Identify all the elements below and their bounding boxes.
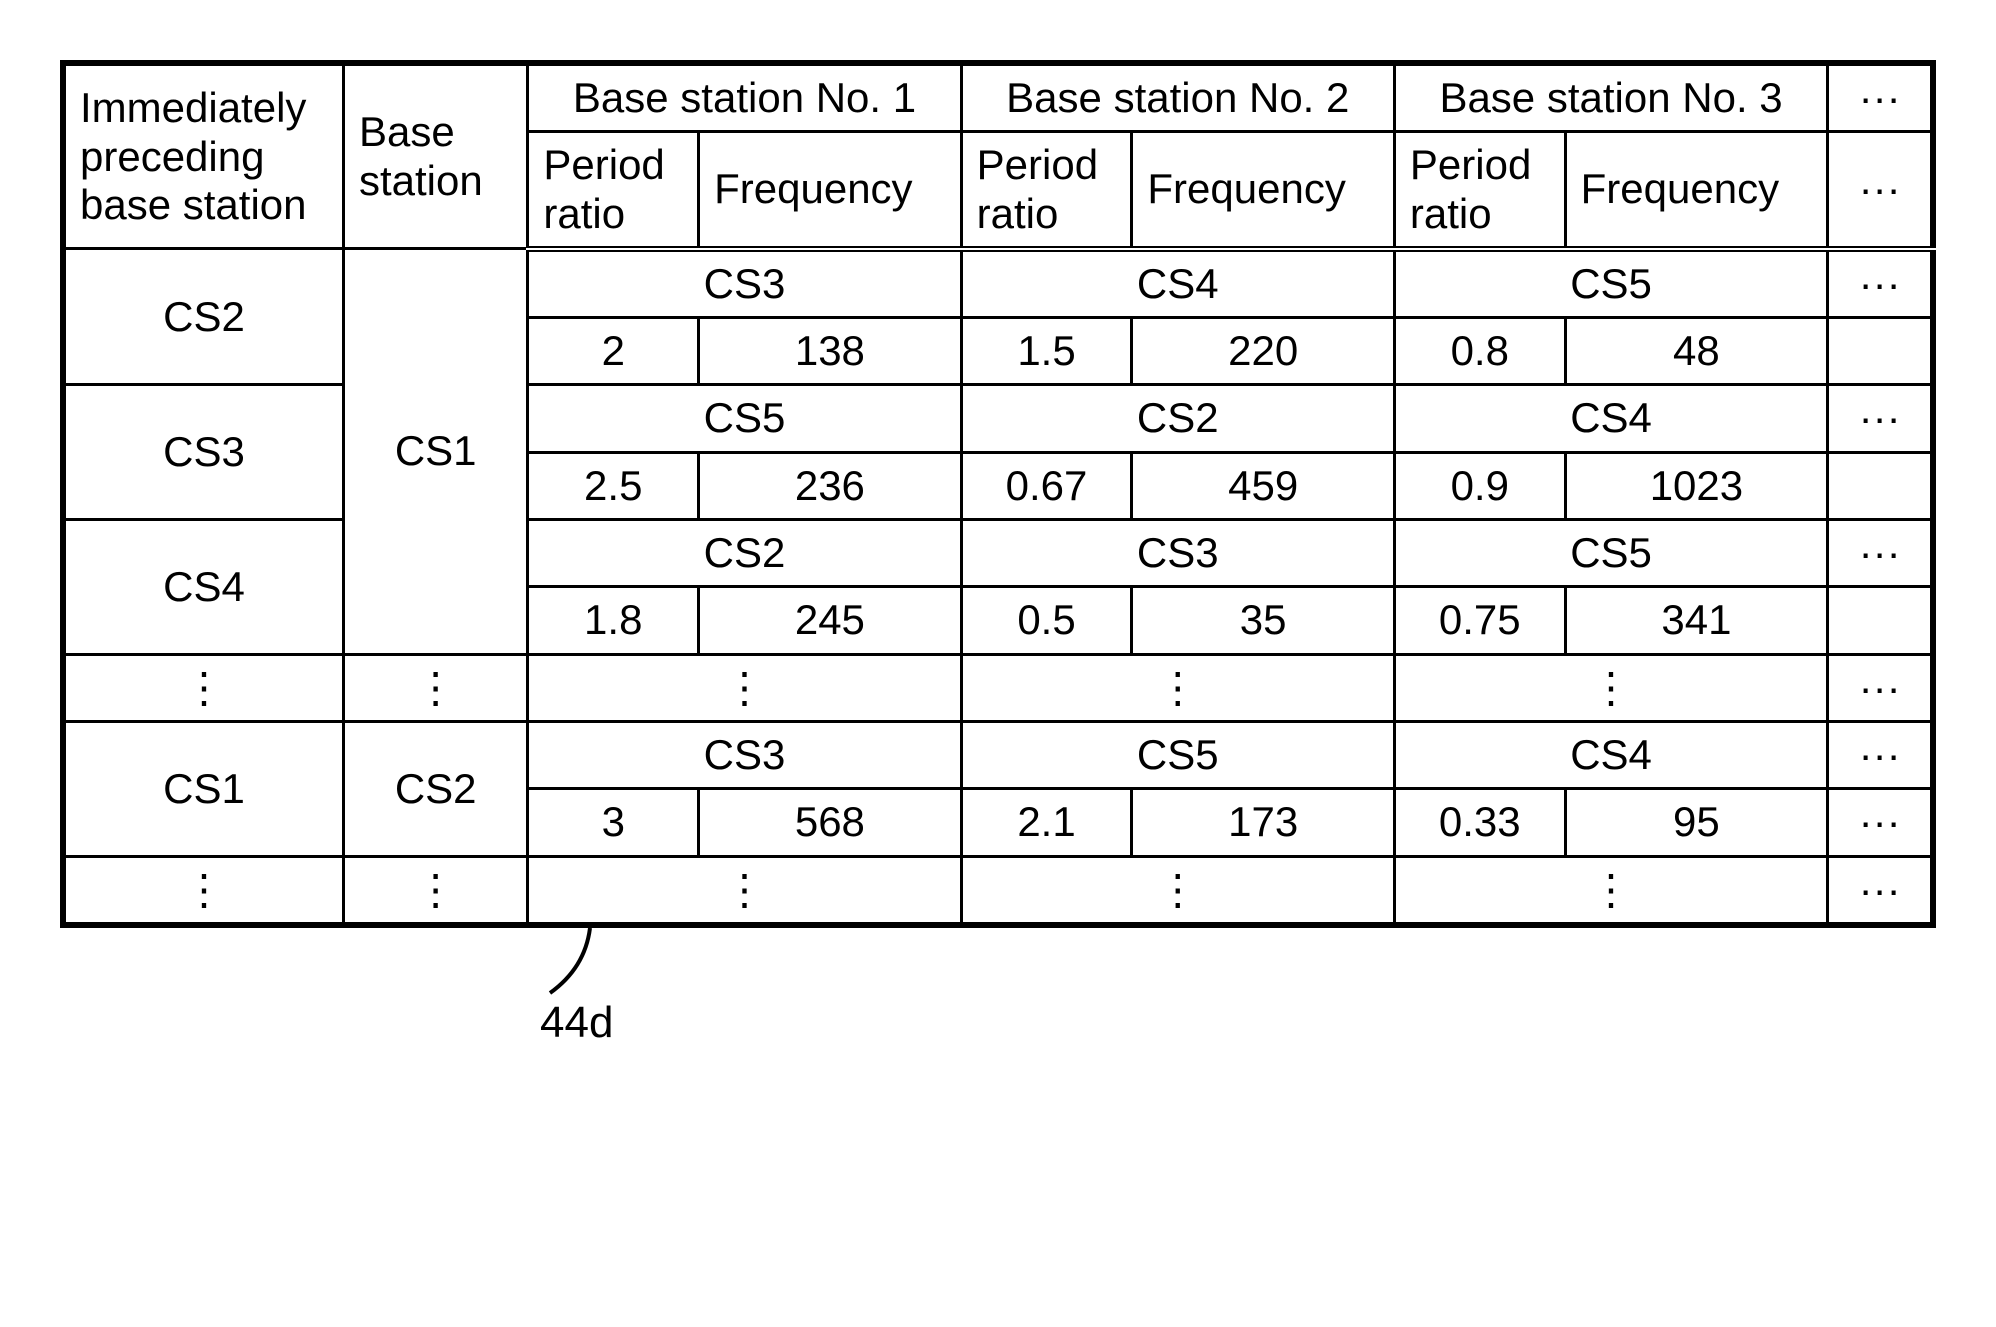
cell-ratio: 0.9 bbox=[1394, 452, 1565, 519]
header-preceding: Immediately preceding base station bbox=[63, 63, 343, 249]
cell-ratio: 2.5 bbox=[528, 452, 699, 519]
cell-base-station: CS1 bbox=[343, 249, 527, 654]
cell-freq: 35 bbox=[1132, 587, 1395, 654]
cell-freq: 459 bbox=[1132, 452, 1395, 519]
cell-station-name: CS3 bbox=[961, 520, 1394, 587]
cell-ratio: 0.75 bbox=[1394, 587, 1565, 654]
cell-ellipsis: ⋮ bbox=[63, 856, 343, 925]
header-frequency-2: Frequency bbox=[1132, 132, 1395, 249]
cell-ratio: 2.1 bbox=[961, 789, 1132, 856]
cell-trail: ··· bbox=[1828, 856, 1933, 925]
cell-station-name: CS5 bbox=[1394, 249, 1827, 318]
cell-trail: ··· bbox=[1828, 385, 1933, 452]
cell-preceding: CS3 bbox=[63, 385, 343, 520]
cell-ellipsis: ⋮ bbox=[961, 654, 1394, 721]
cell-station-name: CS5 bbox=[1394, 520, 1827, 587]
cell-ratio: 1.5 bbox=[961, 318, 1132, 385]
cell-ratio: 2 bbox=[528, 318, 699, 385]
cell-station-name: CS4 bbox=[1394, 721, 1827, 788]
header-period-ratio-3: Period ratio bbox=[1394, 132, 1565, 249]
cell-freq: 48 bbox=[1565, 318, 1828, 385]
cell-freq: 95 bbox=[1565, 789, 1828, 856]
header-bs3: Base station No. 3 bbox=[1394, 63, 1827, 132]
header-dots-2: ··· bbox=[1828, 132, 1933, 249]
cell-ratio: 0.5 bbox=[961, 587, 1132, 654]
cell-freq: 245 bbox=[699, 587, 962, 654]
table-row: CS1 CS2 CS3 CS5 CS4 ··· bbox=[63, 721, 1933, 788]
cell-ellipsis: ⋮ bbox=[343, 654, 527, 721]
cell-preceding: CS2 bbox=[63, 249, 343, 385]
header-frequency-3: Frequency bbox=[1565, 132, 1828, 249]
cell-ellipsis: ⋮ bbox=[1394, 654, 1827, 721]
cell-station-name: CS2 bbox=[961, 385, 1394, 452]
header-bs2: Base station No. 2 bbox=[961, 63, 1394, 132]
cell-ratio: 0.33 bbox=[1394, 789, 1565, 856]
cell-ratio: 1.8 bbox=[528, 587, 699, 654]
annotation-label: 44d bbox=[540, 998, 613, 1048]
cell-station-name: CS3 bbox=[528, 249, 961, 318]
cell-ellipsis: ⋮ bbox=[63, 654, 343, 721]
table-row-ellipsis: ⋮ ⋮ ⋮ ⋮ ⋮ ··· bbox=[63, 654, 1933, 721]
header-period-ratio-2: Period ratio bbox=[961, 132, 1132, 249]
cell-station-name: CS5 bbox=[528, 385, 961, 452]
cell-trail: ··· bbox=[1828, 721, 1933, 788]
cell-trail bbox=[1828, 452, 1933, 519]
cell-ratio: 0.67 bbox=[961, 452, 1132, 519]
cell-freq: 138 bbox=[699, 318, 962, 385]
cell-trail: ··· bbox=[1828, 789, 1933, 856]
cell-freq: 220 bbox=[1132, 318, 1395, 385]
cell-ratio: 0.8 bbox=[1394, 318, 1565, 385]
header-base-station: Base station bbox=[343, 63, 527, 249]
header-bs1: Base station No. 1 bbox=[528, 63, 961, 132]
cell-station-name: CS4 bbox=[961, 249, 1394, 318]
cell-station-name: CS4 bbox=[1394, 385, 1827, 452]
cell-ratio: 3 bbox=[528, 789, 699, 856]
annotation-callout: 44d bbox=[530, 928, 1936, 1008]
cell-freq: 1023 bbox=[1565, 452, 1828, 519]
cell-freq: 568 bbox=[699, 789, 962, 856]
header-dots-1: ··· bbox=[1828, 63, 1933, 132]
cell-station-name: CS3 bbox=[528, 721, 961, 788]
cell-station-name: CS2 bbox=[528, 520, 961, 587]
cell-ellipsis: ⋮ bbox=[528, 654, 961, 721]
cell-ellipsis: ⋮ bbox=[1394, 856, 1827, 925]
cell-freq: 236 bbox=[699, 452, 962, 519]
table-row: CS2 CS1 CS3 CS4 CS5 ··· bbox=[63, 249, 1933, 318]
cell-trail: ··· bbox=[1828, 520, 1933, 587]
base-station-table: Immediately preceding base station Base … bbox=[60, 60, 1936, 928]
cell-ellipsis: ⋮ bbox=[343, 856, 527, 925]
cell-trail bbox=[1828, 318, 1933, 385]
cell-ellipsis: ⋮ bbox=[961, 856, 1394, 925]
cell-trail: ··· bbox=[1828, 654, 1933, 721]
table-row-ellipsis: ⋮ ⋮ ⋮ ⋮ ⋮ ··· bbox=[63, 856, 1933, 925]
cell-ellipsis: ⋮ bbox=[528, 856, 961, 925]
header-frequency-1: Frequency bbox=[699, 132, 962, 249]
cell-base-station: CS2 bbox=[343, 721, 527, 856]
header-period-ratio-1: Period ratio bbox=[528, 132, 699, 249]
cell-station-name: CS5 bbox=[961, 721, 1394, 788]
cell-trail bbox=[1828, 587, 1933, 654]
cell-freq: 173 bbox=[1132, 789, 1395, 856]
cell-freq: 341 bbox=[1565, 587, 1828, 654]
cell-trail: ··· bbox=[1828, 249, 1933, 318]
cell-preceding: CS1 bbox=[63, 721, 343, 856]
cell-preceding: CS4 bbox=[63, 520, 343, 655]
